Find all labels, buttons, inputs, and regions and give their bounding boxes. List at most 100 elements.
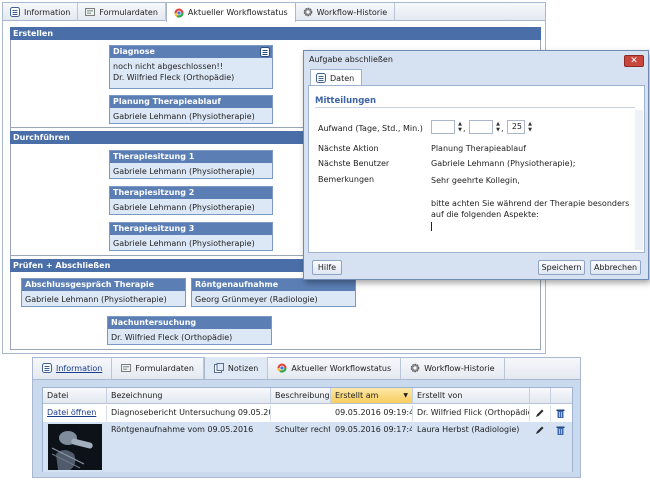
tab-formulardaten-label: Formulardaten [135,363,194,373]
section-mitteilungen: Mitteilungen [315,96,377,106]
column-header-erstellt-am[interactable]: Erstellt am ▼ [331,388,413,404]
tab-workflowhistorie[interactable]: Workflow-Historie [296,3,396,21]
cell-bezeichnung: Diagnosebericht Untersuchung 09.05.2016 [107,405,271,421]
dialog-title: Aufgabe abschließen [309,55,393,64]
notes-panel: Information Formulardaten Notizen Aktuel… [32,357,581,478]
step-assignee: Gabriele Lehmann (Physiotherapie) [113,239,255,248]
table-row[interactable]: Datei öffnen Diagnosebericht Untersuchun… [43,405,572,425]
cell-erstellt-am: 09.05.2016 09:19:42 [331,405,413,421]
notes-icon [213,363,224,373]
step-title: Röntgenaufnahme [192,279,355,291]
step-status: noch nicht abgeschlossen!! [113,62,223,71]
column-header-erstellt-von[interactable]: Erstellt von [413,388,530,404]
notes-list-icon[interactable] [260,47,270,61]
tab-daten[interactable]: Daten [310,69,362,86]
naechste-aktion-value: Planung Therapieablauf [431,144,527,153]
tab-workflowstatus-label: Aktueller Workflowstatus [291,363,392,373]
step-therapiesitzung-2[interactable]: Therapiesitzung 2 Gabriele Lehmann (Phys… [109,186,273,215]
step-title: Diagnose [110,46,272,58]
naechste-benutzer-value: Gabriele Lehmann (Physiotherapie); [431,159,576,168]
step-therapiesitzung-3[interactable]: Therapiesitzung 3 Gabriele Lehmann (Phys… [109,222,273,251]
step-roentgenaufnahme[interactable]: Röntgenaufnahme Georg Grünmeyer (Radiolo… [191,278,356,307]
tab-information-label: Information [24,7,71,17]
pencil-icon [534,409,545,421]
form-icon [121,363,132,373]
delete-button[interactable] [551,422,572,442]
column-header-datei[interactable]: Datei [43,388,107,404]
section-erstellen: Erstellen [10,27,541,40]
tab-notizen-label: Notizen [227,363,259,373]
close-button[interactable]: ✕ [624,55,644,67]
column-header-bezeichnung[interactable]: Bezeichnung [107,388,271,404]
step-title: Planung Therapieablauf [110,96,272,108]
open-file-link[interactable]: Datei öffnen [43,405,107,421]
step-nachuntersuchung[interactable]: Nachuntersuchung Dr. Wilfried Fleck (Ort… [107,316,272,345]
step-diagnose[interactable]: Diagnose noch nicht abgeschlossen!! Dr. … [109,45,273,89]
cell-erstellt-am: 09.05.2016 09:17:48 [331,422,413,438]
step-therapiesitzung-1[interactable]: Therapiesitzung 1 Gabriele Lehmann (Phys… [109,150,273,179]
tab-workflowstatus[interactable]: Aktueller Workflowstatus [165,3,296,22]
trash-icon [555,409,566,421]
step-assignee: Gabriele Lehmann (Physiotherapie) [25,295,167,304]
frame-left [10,40,11,350]
spinner-arrows-icon[interactable]: ▲ ▼ [458,121,462,133]
tab-information[interactable]: Information [3,3,79,21]
edit-button[interactable] [530,422,551,442]
bemerkungen-line-1: Sehr geehrte Kollegin, [431,176,520,185]
cell-erstellt-von: Laura Herbst (Radiologie) [413,422,530,438]
complete-task-dialog: Aufgabe abschließen ✕ Daten Mitteilungen… [303,50,649,280]
sort-desc-icon: ▼ [403,392,408,399]
aufwand-hours-input[interactable]: ▲ ▼ [469,120,500,134]
tab-workflowhistorie-label: Workflow-Historie [316,7,388,17]
tab-workflowhistorie[interactable]: Workflow-Historie [401,357,505,379]
step-assignee: Gabriele Lehmann (Physiotherapie) [113,112,255,121]
cell-bezeichnung: Röntgenaufnahme vom 09.05.2016 [107,422,271,438]
document-list-icon [42,363,52,373]
tab-formulardaten[interactable]: Formulardaten [78,3,166,21]
bemerkungen-textarea[interactable]: Sehr geehrte Kollegin, bitte achten Sie … [429,172,635,247]
bemerkungen-label: Bemerkungen [318,175,375,184]
cancel-button[interactable]: Abbrechen [590,260,641,275]
step-planung[interactable]: Planung Therapieablauf Gabriele Lehmann … [109,95,273,124]
xray-thumbnail[interactable] [48,424,102,470]
workflow-tabbar: Information Formulardaten Aktueller Work… [3,3,545,22]
notes-tabbar: Information Formulardaten Notizen Aktuel… [33,357,580,380]
frame-bottom [10,349,541,350]
table-row[interactable]: Röntgenaufnahme vom 09.05.2016 Schulter … [43,422,572,472]
tab-workflowhistorie-label: Workflow-Historie [424,363,495,373]
form-icon [85,7,96,17]
step-assignee: Dr. Wilfried Fleck (Orthopädie) [113,73,235,82]
aufwand-minutes-input[interactable]: 25 ▲ ▼ [507,120,532,134]
pencil-icon [534,426,545,438]
section-divider [315,107,635,108]
tab-formulardaten[interactable]: Formulardaten [112,357,204,379]
text-cursor [431,222,432,231]
step-title: Therapiesitzung 3 [110,223,272,235]
tab-daten-label: Daten [330,73,355,83]
column-header-delete [551,388,572,404]
tab-information-label: Information [56,363,103,373]
tab-notizen[interactable]: Notizen [203,357,269,379]
tab-workflowstatus[interactable]: Aktueller Workflowstatus [268,357,402,379]
dialog-scrollbar[interactable] [635,110,643,250]
gear-icon [303,7,313,17]
notes-grid: Datei Bezeichnung Beschreibung Erstellt … [42,387,573,472]
dialog-body: Mitteilungen Aufwand (Tage, Std., Min.) … [308,85,645,253]
step-assignee: Gabriele Lehmann (Physiotherapie) [113,167,255,176]
save-button[interactable]: Speichern [538,260,585,275]
help-button[interactable]: Hilfe [312,260,342,275]
document-list-icon [10,7,20,17]
spinner-arrows-icon[interactable]: ▲ ▼ [528,121,532,133]
trash-icon [555,426,566,438]
cell-beschreibung: Schulter rechts [271,422,331,438]
bemerkungen-line-2: bitte achten Sie während der Therapie be… [431,199,630,219]
spinner-arrows-icon[interactable]: ▲ ▼ [496,121,500,133]
cell-erstellt-von: Dr. Wilfried Flick (Orthopädie) [413,405,530,421]
step-assignee: Dr. Wilfried Fleck (Orthopädie) [111,333,233,342]
step-abschlussgespraech[interactable]: Abschlussgespräch Therapie Gabriele Lehm… [21,278,186,307]
aufwand-days-input[interactable]: ▲ ▼ [431,120,462,134]
tab-information[interactable]: Information [33,357,113,379]
step-assignee: Gabriele Lehmann (Physiotherapie) [113,203,255,212]
column-header-beschreibung[interactable]: Beschreibung [271,388,331,404]
naechste-aktion-label: Nächste Aktion [318,144,379,153]
